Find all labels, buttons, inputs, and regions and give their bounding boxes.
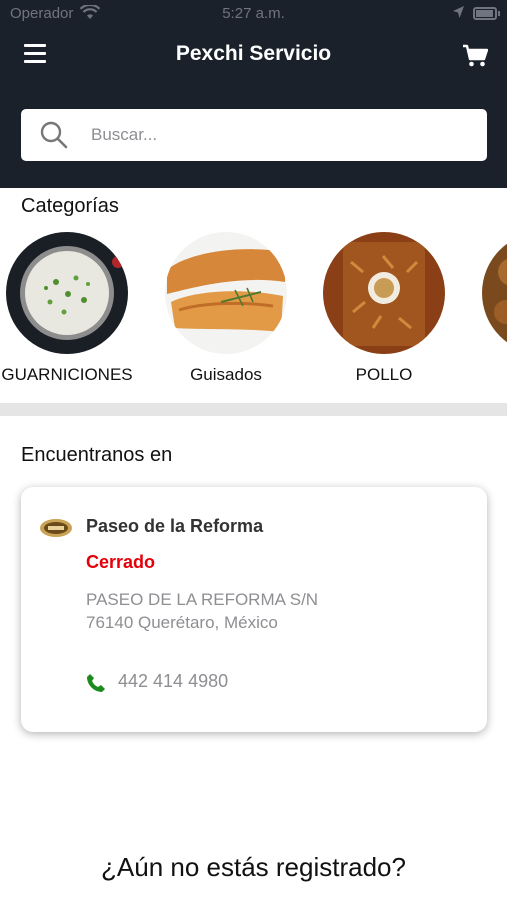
categories-carousel[interactable]: GUARNICIONES Guisados POLLO — [0, 232, 507, 392]
search-icon — [39, 120, 69, 150]
store-status: Cerrado — [86, 552, 156, 572]
section-divider — [0, 403, 507, 416]
store-name: Paseo de la Reforma — [86, 516, 264, 536]
search-input[interactable] — [91, 123, 471, 147]
category-label: V — [463, 365, 507, 385]
category-item-partial[interactable]: V — [463, 232, 507, 392]
register-prompt[interactable]: ¿Aún no estás registrado? — [0, 852, 507, 883]
phone-icon[interactable] — [86, 673, 106, 693]
cart-icon[interactable] — [462, 44, 490, 70]
status-time: 5:27 a.m. — [222, 5, 285, 22]
category-image — [165, 232, 287, 354]
category-image — [6, 232, 128, 354]
store-logo — [39, 517, 73, 539]
category-item-pollo[interactable]: POLLO — [304, 232, 464, 392]
page-title: Pexchi Servicio — [175, 42, 332, 65]
location-arrow-icon — [452, 5, 465, 23]
category-image — [323, 232, 445, 354]
store-card[interactable]: Paseo de la Reforma Cerrado PASEO DE LA … — [21, 487, 487, 732]
categories-title: Categorías — [21, 195, 119, 217]
category-item-guarniciones[interactable]: GUARNICIONES — [0, 232, 147, 392]
category-label: POLLO — [355, 365, 413, 384]
store-phone[interactable]: 442 414 4980 — [118, 671, 228, 692]
locations-title: Encuentranos en — [21, 444, 173, 466]
category-label: Guisados — [190, 365, 262, 384]
category-image — [482, 232, 507, 354]
status-bar: Operador 5:27 a.m. — [0, 0, 507, 28]
store-address: PASEO DE LA REFORMA S/N 76140 Querétaro,… — [86, 590, 319, 632]
search-bar[interactable] — [21, 109, 487, 161]
category-item-guisados[interactable]: Guisados — [146, 232, 306, 392]
battery-icon — [473, 7, 500, 20]
app-header: Operador 5:27 a.m. Pexchi Servicio — [0, 0, 507, 188]
category-label: GUARNICIONES — [1, 365, 133, 384]
